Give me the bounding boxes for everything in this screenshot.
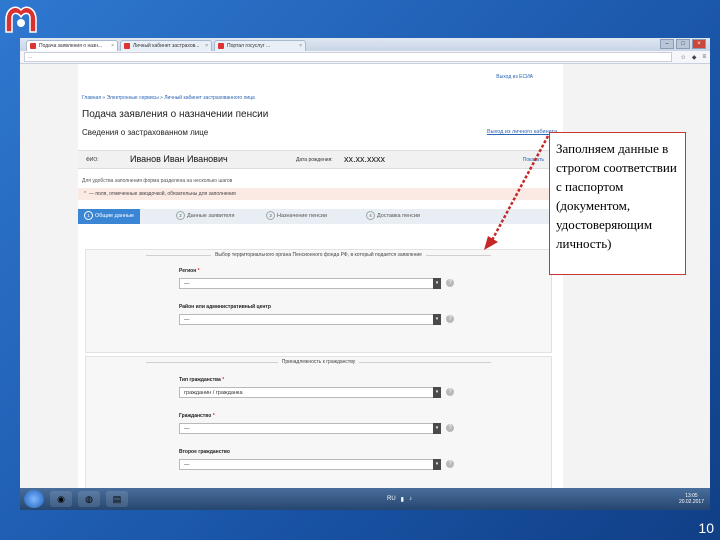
- chevron-down-icon[interactable]: ▾: [433, 387, 441, 398]
- step-delivery[interactable]: 4 Доставка пенсии: [366, 209, 420, 224]
- close-icon[interactable]: ×: [205, 43, 208, 49]
- url-input[interactable]: ...: [24, 52, 673, 62]
- clock[interactable]: 13:05 20.02.2017: [679, 493, 704, 505]
- pfr-office-section: Выбор территориального органа Пенсионног…: [85, 249, 552, 353]
- slide-number: 10: [698, 520, 714, 536]
- explorer-taskbar-icon[interactable]: ▤: [106, 491, 128, 507]
- steps-hint: Для удобства заполнения форма разделена …: [82, 178, 233, 184]
- second-citizenship-select[interactable]: — ▾: [179, 459, 441, 470]
- extension-icon[interactable]: ◆: [692, 54, 697, 61]
- chevron-down-icon[interactable]: ▾: [433, 459, 441, 470]
- site-favicon-icon: [30, 43, 36, 49]
- region-label: Регион *: [179, 268, 200, 274]
- step-pension[interactable]: 3 Назначение пенсии: [266, 209, 327, 224]
- slide-background: Подача заявления о назн... × Личный кабин…: [0, 0, 720, 540]
- close-icon[interactable]: ×: [111, 43, 114, 49]
- second-citizenship-label: Второе гражданство: [179, 449, 230, 455]
- help-icon[interactable]: ?: [446, 279, 454, 287]
- web-page: Выход из ЕСИА Главная » Электронные серв…: [20, 64, 710, 510]
- chevron-down-icon[interactable]: ▾: [433, 423, 441, 434]
- tab-pension-application[interactable]: Подача заявления о назн... ×: [26, 40, 118, 51]
- page-title: Подача заявления о назначении пенсии: [82, 109, 269, 120]
- volume-icon[interactable]: ♪: [409, 496, 412, 503]
- fio-value: Иванов Иван Иванович: [130, 154, 228, 164]
- section-subhead: Сведения о застрахованном лице: [82, 128, 209, 137]
- minimize-icon[interactable]: –: [660, 39, 674, 49]
- clock-date: 20.02.2017: [678, 499, 704, 505]
- district-select[interactable]: — ▾: [179, 314, 441, 325]
- citizenship-select[interactable]: — ▾: [179, 423, 441, 434]
- site-favicon-icon: [218, 43, 224, 49]
- logout-esia-link[interactable]: Выход из ЕСИА: [496, 74, 533, 80]
- help-icon[interactable]: ?: [446, 388, 454, 396]
- toolbar-icons: ☆ ◆ ≡: [680, 54, 706, 61]
- chrome-taskbar-icon[interactable]: ◉: [50, 491, 72, 507]
- section-legend: Принадлежность к гражданству: [86, 359, 551, 365]
- help-icon[interactable]: ?: [446, 460, 454, 468]
- firefox-taskbar-icon[interactable]: ◍: [78, 491, 100, 507]
- chevron-down-icon[interactable]: ▾: [433, 314, 441, 325]
- page-content: Выход из ЕСИА Главная » Электронные серв…: [78, 64, 563, 510]
- tab-gosuslugi[interactable]: Портал госуслуг ... ×: [214, 40, 306, 51]
- section-legend: Выбор территориального органа Пенсионног…: [86, 252, 551, 258]
- dob-value: хх.хх.хххх: [344, 154, 386, 164]
- region-select[interactable]: — ▾: [179, 278, 441, 289]
- district-label: Район или административный центр: [179, 304, 271, 310]
- citizenship-section: Принадлежность к гражданству Тип граждан…: [85, 356, 552, 510]
- address-bar: ... ☆ ◆ ≡: [20, 51, 710, 64]
- dob-label: Дата рождения:: [296, 157, 333, 163]
- fio-label: ФИО:: [86, 157, 99, 163]
- callout-arrow-icon: [484, 135, 550, 250]
- breadcrumb[interactable]: Главная » Электронные сервисы » Личный к…: [82, 95, 255, 101]
- step-general[interactable]: 1 Общие данные: [78, 209, 140, 224]
- citizenship-label: Гражданство *: [179, 413, 215, 419]
- asterisk-icon: *: [84, 191, 86, 197]
- site-favicon-icon: [124, 43, 130, 49]
- chevron-down-icon[interactable]: ▾: [433, 278, 441, 289]
- network-icon[interactable]: ▮: [401, 496, 404, 503]
- language-indicator[interactable]: RU: [387, 496, 396, 503]
- close-icon[interactable]: ×: [299, 43, 302, 49]
- tab-bar: Подача заявления о назн... × Личный кабин…: [20, 38, 710, 51]
- maximize-icon[interactable]: □: [676, 39, 690, 49]
- system-tray: RU ▮ ♪: [387, 496, 412, 503]
- window-close-icon[interactable]: ×: [692, 39, 706, 49]
- help-icon[interactable]: ?: [446, 315, 454, 323]
- window-controls: – □ ×: [660, 39, 706, 49]
- tab-personal-cabinet[interactable]: Личный кабинет застрахов... ×: [120, 40, 212, 51]
- help-icon[interactable]: ?: [446, 424, 454, 432]
- callout-note: Заполняем данные в строгом соответствии …: [549, 132, 686, 275]
- star-icon[interactable]: ☆: [680, 54, 685, 61]
- start-button[interactable]: [24, 490, 44, 508]
- step-applicant[interactable]: 2 Данные заявителя: [176, 209, 234, 224]
- citizenship-type-select[interactable]: гражданин / гражданка ▾: [179, 387, 441, 398]
- windows-taskbar: ◉ ◍ ▤ RU ▮ ♪ 13:05 20.02.2017: [20, 488, 710, 510]
- pfr-logo-icon: [5, 6, 37, 33]
- citizenship-type-label: Тип гражданства *: [179, 377, 225, 383]
- menu-icon[interactable]: ≡: [702, 54, 706, 61]
